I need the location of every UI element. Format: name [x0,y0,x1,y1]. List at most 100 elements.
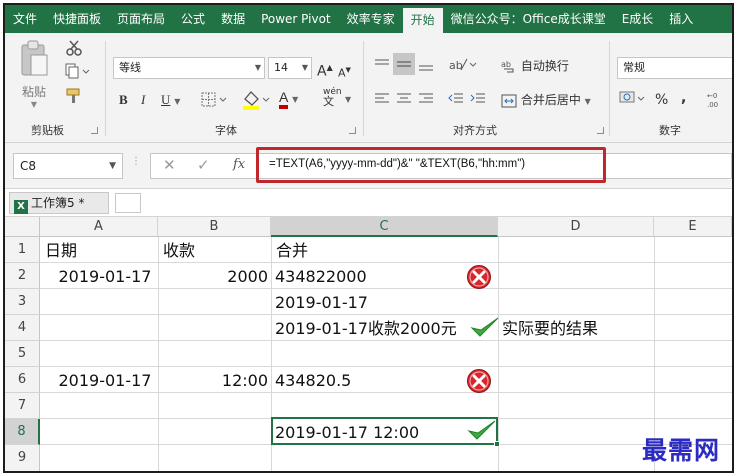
tab-formulas[interactable]: 公式 [173,5,213,33]
wrap-text-icon: ab [501,60,514,72]
tab-page-layout[interactable]: 页面布局 [109,5,173,33]
cell-b1[interactable]: 收款 [163,238,195,263]
column-header-a[interactable]: A [40,217,158,237]
svg-text:ab: ab [501,60,511,69]
tab-wechat-account[interactable]: 微信公众号：Office成长课堂 [443,5,614,33]
tab-quick-panel[interactable]: 快捷面板 [45,5,109,33]
ribbon-tab-bar: 文件 快捷面板 页面布局 公式 数据 Power Pivot 效率专家 开始 微… [5,5,732,33]
row-header[interactable]: 5 [5,341,40,367]
cell-b2[interactable]: 2000 [158,264,268,289]
grow-font-button[interactable]: A▲ [317,59,333,81]
format-painter-icon[interactable] [65,87,83,105]
cell-c1[interactable]: 合并 [276,238,308,263]
tab-power-pivot[interactable]: Power Pivot [253,5,339,33]
svg-text:.00: .00 [707,101,718,109]
paste-button[interactable]: 粘贴 ▼ [19,39,49,109]
paste-icon [21,40,48,76]
orientation-icon[interactable]: ab [447,55,477,73]
row-header[interactable]: 7 [5,393,40,419]
new-workbook-tab[interactable] [115,193,141,213]
chevron-down-icon: ▼ [109,161,116,171]
watermark: 最需网 [641,436,720,465]
row-header[interactable]: 1 [5,237,40,263]
cell-c6[interactable]: 434820.5 [275,368,351,393]
chevron-down-icon[interactable]: ▼ [345,91,351,109]
underline-button[interactable]: U ▼ [161,91,180,111]
number-format-select[interactable]: 常规 [617,57,732,79]
font-dialog-launcher[interactable] [349,127,356,134]
copy-icon[interactable] [65,63,91,79]
tab-file[interactable]: 文件 [5,5,45,33]
tab-efficiency-expert[interactable]: 效率专家 [339,5,403,33]
check-mark-icon [470,317,499,337]
column-header-d[interactable]: D [498,217,654,237]
select-all-corner[interactable] [5,217,40,237]
alignment-group-label: 对齐方式 [453,124,497,137]
font-size-value: 14 [274,61,288,74]
row-header[interactable]: 9 [5,445,40,471]
cell-b6[interactable]: 12:00 [158,368,268,393]
cell-c3[interactable]: 2019-01-17 [275,290,368,315]
shrink-font-icon: A [338,66,346,80]
tab-home[interactable]: 开始 [402,8,443,33]
italic-button[interactable]: I [141,91,145,109]
cell-c4[interactable]: 2019-01-17收款2000元 [275,316,457,341]
align-left-icon[interactable] [373,91,391,107]
tab-data[interactable]: 数据 [213,5,253,33]
decrease-indent-icon[interactable] [447,91,465,107]
fill-color-icon[interactable] [241,89,271,111]
cell-d4[interactable]: 实际要的结果 [502,316,598,341]
formula-highlight-box [256,147,606,183]
align-middle-button[interactable] [393,53,415,75]
excel-window: 文件 快捷面板 页面布局 公式 数据 Power Pivot 效率专家 开始 微… [3,3,734,473]
column-header-c[interactable]: C [271,217,498,237]
font-name-value: 等线 [119,61,141,74]
align-top-icon[interactable] [373,57,391,73]
font-color-button[interactable]: A ▼ [279,89,298,109]
row-header[interactable]: 2 [5,263,40,289]
borders-icon[interactable] [201,92,229,108]
cell-a2[interactable]: 2019-01-17 [40,264,170,289]
align-right-icon[interactable] [417,91,435,107]
tab-insert[interactable]: 插入 [661,5,701,33]
insert-function-icon[interactable]: fx [233,157,245,172]
align-bottom-icon[interactable] [417,57,435,73]
column-header-b[interactable]: B [158,217,271,237]
column-header-e[interactable]: E [654,217,732,237]
chevron-down-icon: ▼ [301,63,308,72]
comma-button[interactable]: , [681,89,686,107]
font-group-label: 字体 [215,124,237,137]
align-middle-icon [397,61,411,67]
tab-e-growth[interactable]: E成长 [614,5,662,33]
font-size-select[interactable]: 14 ▼ [268,57,312,79]
cut-icon[interactable] [65,39,83,57]
bold-button[interactable]: B [119,91,128,109]
align-center-icon[interactable] [395,91,413,107]
increase-decimal-icon[interactable]: ←0 .00 [705,89,727,111]
name-box[interactable]: C8 ▼ [13,153,123,179]
alignment-dialog-launcher[interactable] [597,127,604,134]
cell-c2[interactable]: 434822000 [275,264,367,289]
row-header[interactable]: 4 [5,315,40,341]
cell-a6[interactable]: 2019-01-17 [40,368,170,393]
merge-center-button[interactable]: 合并后居中 ▼ [501,91,591,111]
phonetic-button[interactable]: wén 文 [323,87,342,108]
wrong-mark-icon [467,369,491,393]
enter-icon[interactable]: ✓ [197,156,210,174]
shrink-font-button[interactable]: A▼ [338,61,351,83]
wrap-text-button[interactable]: ab 自动换行 [501,57,569,75]
row-header[interactable]: 8 [5,419,40,445]
increase-indent-icon[interactable] [469,91,487,107]
row-header[interactable]: 3 [5,289,40,315]
number-group-label: 数字 [659,124,681,137]
percent-button[interactable]: % [655,91,668,109]
font-name-select[interactable]: 等线 ▼ [113,57,265,79]
number-format-value: 常规 [623,61,645,74]
cancel-icon[interactable]: ✕ [163,156,176,174]
accounting-format-icon[interactable] [619,89,647,109]
chevron-down-icon: ▼ [174,97,181,106]
cell-a1[interactable]: 日期 [45,238,77,263]
row-header[interactable]: 6 [5,367,40,393]
workbook-tab[interactable]: X 工作簿5 * [9,192,109,214]
clipboard-dialog-launcher[interactable] [91,127,98,134]
